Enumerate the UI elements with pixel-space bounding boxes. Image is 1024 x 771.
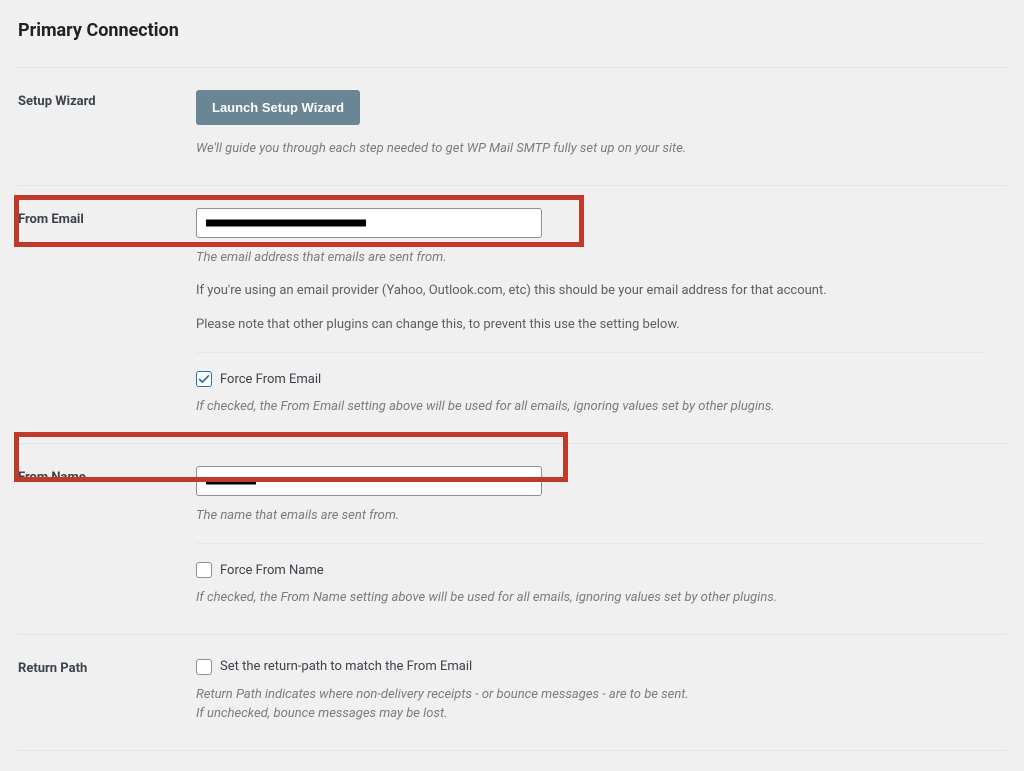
divider	[18, 750, 1006, 751]
force-from-email-helper: If checked, the From Email setting above…	[196, 397, 1006, 417]
from-name-section: From Name The name that emails are sent …	[18, 444, 1006, 634]
force-from-name-label: Force From Name	[220, 563, 324, 578]
divider	[196, 352, 986, 353]
check-icon	[197, 372, 211, 386]
settings-page: Primary Connection Setup Wizard Launch S…	[18, 20, 1006, 751]
setup-wizard-helper: We'll guide you through each step needed…	[196, 139, 1006, 159]
return-path-checkbox-label: Set the return-path to match the From Em…	[220, 659, 472, 674]
from-email-label: From Email	[18, 208, 196, 417]
force-from-name-helper: If checked, the From Name setting above …	[196, 588, 1006, 608]
return-path-label: Return Path	[18, 657, 196, 724]
force-from-name-checkbox[interactable]	[196, 562, 212, 578]
divider	[196, 543, 986, 544]
redacted-overlay	[206, 219, 366, 226]
page-title: Primary Connection	[18, 20, 1006, 41]
setup-wizard-section: Setup Wizard Launch Setup Wizard We'll g…	[18, 68, 1006, 185]
from-email-helper-1: The email address that emails are sent f…	[196, 248, 1006, 268]
from-name-helper-1: The name that emails are sent from.	[196, 506, 1006, 526]
from-email-helper-2: If you're using an email provider (Yahoo…	[196, 281, 1006, 301]
from-name-label: From Name	[18, 466, 196, 608]
return-path-helper-1: Return Path indicates where non-delivery…	[196, 685, 1006, 705]
return-path-section: Return Path Set the return-path to match…	[18, 635, 1006, 750]
redacted-overlay	[206, 477, 256, 484]
force-from-email-checkbox[interactable]	[196, 371, 212, 387]
force-from-email-label: Force From Email	[220, 372, 321, 387]
setup-wizard-label: Setup Wizard	[18, 90, 196, 159]
launch-setup-wizard-button[interactable]: Launch Setup Wizard	[196, 90, 360, 125]
from-email-section: From Email The email address that emails…	[18, 186, 1006, 443]
return-path-helper-2: If unchecked, bounce messages may be los…	[196, 704, 1006, 724]
return-path-checkbox[interactable]	[196, 659, 212, 675]
from-email-helper-3: Please note that other plugins can chang…	[196, 315, 1006, 335]
